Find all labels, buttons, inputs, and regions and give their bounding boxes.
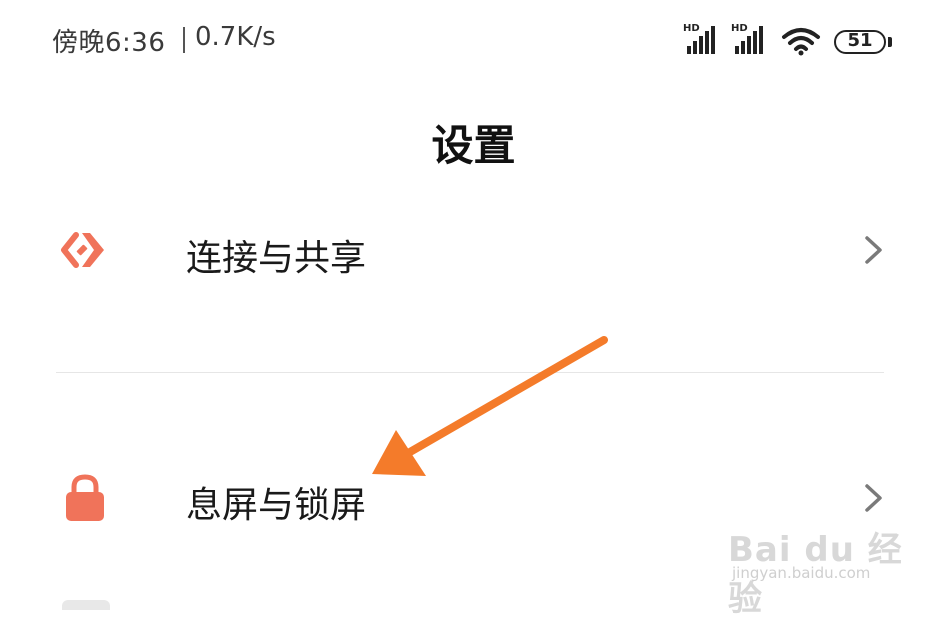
hd-label: HD xyxy=(683,23,700,34)
cellular-signal-icon: HD xyxy=(731,24,767,56)
chevron-right-icon xyxy=(865,236,882,264)
lock-icon xyxy=(66,474,104,521)
share-connection-icon xyxy=(61,232,104,268)
network-speed: 0.7K/s xyxy=(195,22,276,52)
status-bar: 傍晚6:36 0.7K/s HD HD 51 xyxy=(0,0,947,90)
wifi-icon xyxy=(782,28,820,56)
cellular-signal-icon: HD xyxy=(683,24,719,56)
status-divider xyxy=(183,27,185,53)
settings-item-label: 息屏与锁屏 xyxy=(186,485,367,526)
next-item-icon-partial xyxy=(62,600,110,610)
page-title: 设置 xyxy=(431,121,516,170)
settings-item-label: 连接与共享 xyxy=(186,238,367,279)
divider xyxy=(56,372,884,373)
battery-icon: 51 xyxy=(834,30,886,54)
settings-item-connection-sharing[interactable]: 连接与共享 xyxy=(0,185,947,315)
status-time: 傍晚6:36 xyxy=(52,28,166,58)
watermark-url: jingyan.baidu.com xyxy=(732,564,871,582)
hd-label: HD xyxy=(731,23,748,34)
battery-tip xyxy=(888,37,892,47)
battery-level: 51 xyxy=(847,30,873,51)
watermark: Bai du 经验 jingyan.baidu.com xyxy=(722,508,922,619)
